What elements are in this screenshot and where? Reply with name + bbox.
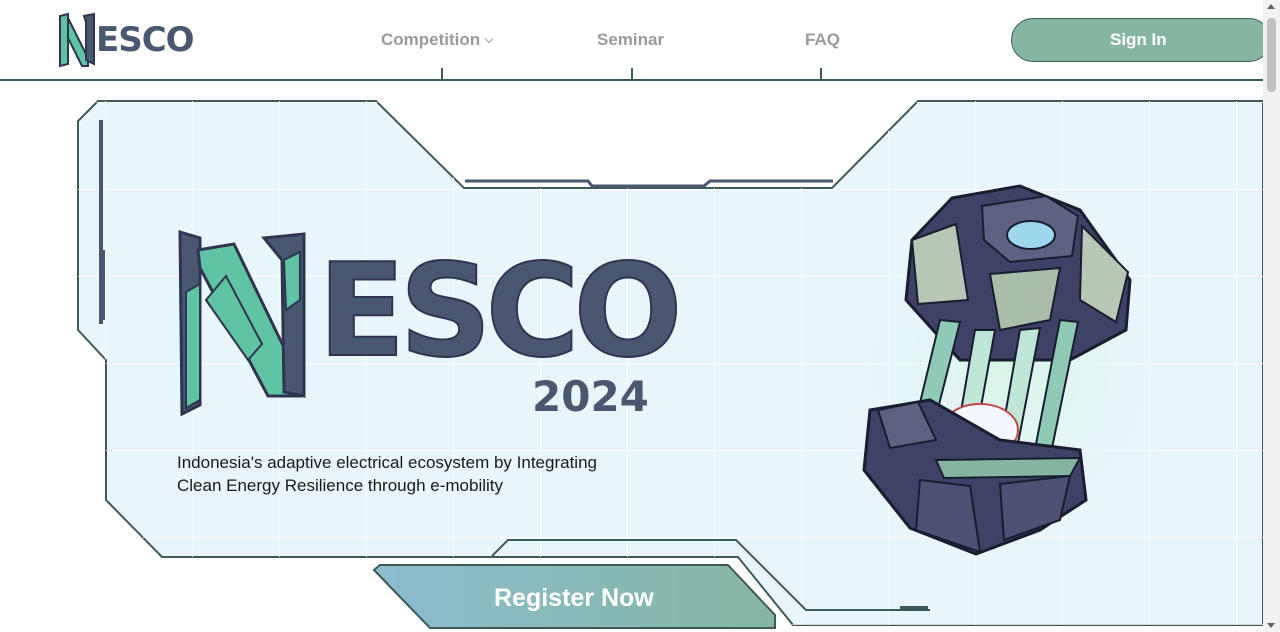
nav-faq[interactable]: FAQ	[805, 30, 840, 50]
page-scrollbar[interactable]	[1263, 0, 1280, 632]
nav-tick	[631, 68, 633, 80]
nesco-logo-icon	[59, 12, 95, 68]
nav-competition[interactable]: Competition	[381, 30, 494, 50]
scroll-thumb[interactable]	[1267, 18, 1276, 92]
nav-seminar[interactable]: Seminar	[597, 30, 664, 50]
nav-tick	[820, 68, 822, 80]
tagline-line-1: Indonesia's adaptive electrical ecosyste…	[177, 453, 597, 472]
scroll-down-arrow-icon[interactable]	[1267, 623, 1275, 628]
nav-tick	[441, 68, 443, 80]
nesco-logo[interactable]: ESCO	[58, 12, 198, 68]
hero-title: ESCO	[317, 237, 683, 386]
logo-wordmark: ESCO	[96, 20, 195, 60]
register-now-button[interactable]: Register Now	[494, 584, 654, 613]
site-header: ESCO Competition Seminar FAQ Sign In	[0, 0, 1271, 81]
scroll-up-arrow-icon[interactable]	[1267, 4, 1275, 9]
nav-competition-label: Competition	[381, 30, 481, 49]
hero-tagline: Indonesia's adaptive electrical ecosyste…	[177, 451, 597, 497]
chevron-down-icon	[484, 34, 494, 44]
sign-in-button[interactable]: Sign In	[1011, 18, 1271, 62]
tagline-line-2: Clean Energy Resilience through e-mobili…	[177, 476, 503, 495]
hero-year: 2024	[532, 372, 649, 421]
